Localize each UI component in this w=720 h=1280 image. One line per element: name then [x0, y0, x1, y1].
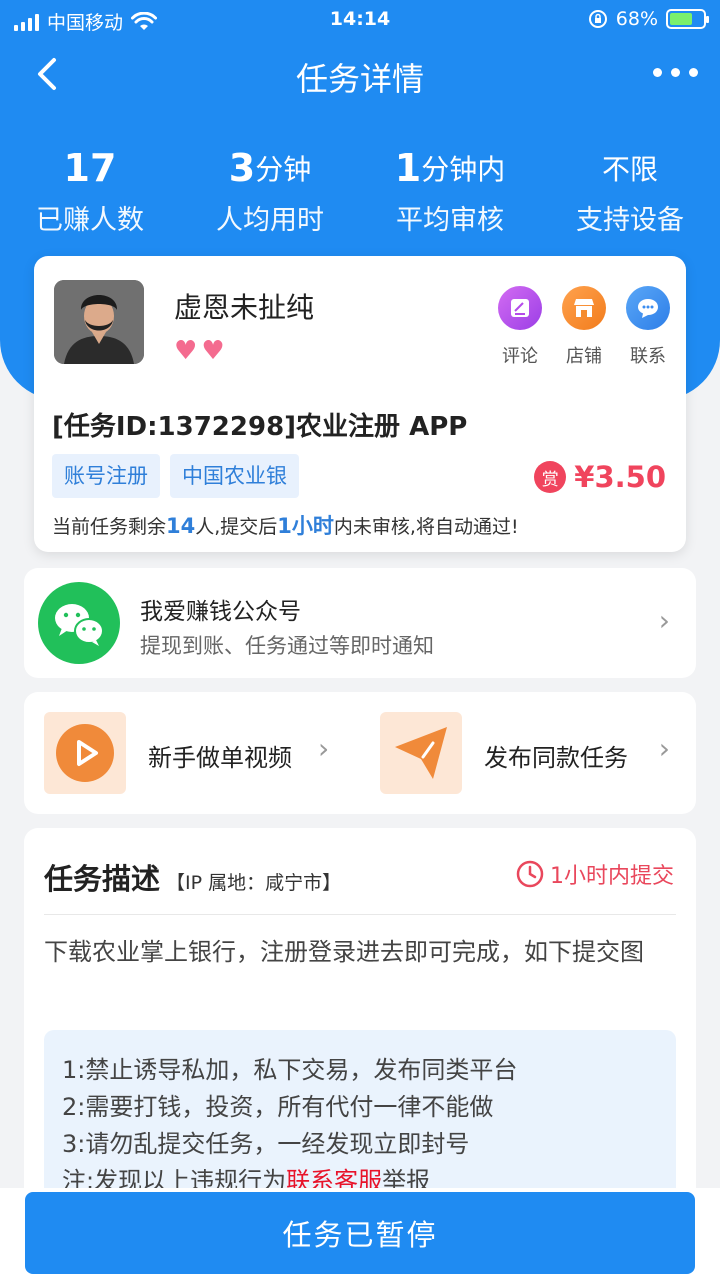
chevron-right-icon: › [658, 732, 670, 765]
task-card: 虚恩未扯纯 ♥ ♥ 评论 店铺 联系 [任务ID:1372298]农业注册 APP… [34, 256, 686, 552]
chevron-right-icon: › [658, 604, 670, 637]
chevron-right-icon: › [318, 732, 330, 765]
publish-similar-label: 发布同款任务 [484, 744, 628, 772]
more-icon[interactable] [653, 68, 698, 77]
publisher-actions: 评论 店铺 联系 [498, 286, 670, 368]
stat-avg-review: 1 分钟内 平均审核 [394, 146, 506, 236]
avatar[interactable] [54, 280, 144, 364]
wechat-account-card[interactable]: 我爱赚钱公众号 提现到账、任务通过等即时通知 › [24, 568, 696, 678]
wechat-title: 我爱赚钱公众号 [140, 599, 301, 625]
divider [44, 914, 676, 915]
description-title: 任务描述 [44, 862, 161, 896]
heart-icon: ♥ [174, 336, 198, 366]
nav-bar: 任务详情 [0, 48, 720, 98]
shop-button[interactable]: 店铺 [562, 286, 606, 368]
play-icon [44, 712, 126, 794]
rule-item: 1:禁止诱导私加，私下交易，发布同类平台 [62, 1056, 518, 1084]
task-tag: 中国农业银 [170, 454, 299, 498]
tutorial-video-label: 新手做单视频 [148, 744, 292, 772]
rule-item: 3:请勿乱提交任务，一经发现立即封号 [62, 1130, 470, 1158]
reward-badge: 赏 [534, 461, 567, 493]
heart-icon: ♥ [201, 336, 225, 366]
comment-button[interactable]: 评论 [498, 286, 542, 368]
stat-device-support: 不限 支持设备 [576, 153, 684, 236]
task-description-card: 任务描述 【IP 属地：咸宁市】 1小时内提交 下载农业掌上银行，注册登录进去即… [24, 828, 696, 1228]
contact-button[interactable]: 联系 [626, 286, 670, 368]
publisher-name: 虚恩未扯纯 [174, 291, 315, 324]
comment-icon [498, 286, 542, 330]
reward-amount: ¥3.50 [574, 460, 666, 494]
task-tag: 账号注册 [52, 454, 160, 498]
page-title: 任务详情 [295, 60, 424, 98]
battery-icon [666, 9, 709, 29]
task-title: [任务ID:1372298]农业注册 APP [52, 412, 468, 442]
reward: 赏 ¥3.50 [534, 460, 666, 494]
status-bar: 中国移动 14:14 68% [0, 0, 720, 40]
stat-avg-time: 3 分钟 人均用时 [216, 146, 324, 236]
chat-bubble-icon [626, 286, 670, 330]
battery-percent: 68% [615, 8, 658, 30]
orientation-lock-icon [588, 10, 607, 28]
description-text: 下载农业掌上银行，注册登录进去即可完成，如下提交图 [44, 938, 644, 966]
rating-hearts: ♥ ♥ [174, 338, 225, 364]
task-tags: 账号注册 中国农业银 [52, 454, 299, 498]
rule-item: 2:需要打钱，投资，所有代付一律不能做 [62, 1093, 494, 1121]
paper-plane-icon [380, 712, 462, 794]
wechat-subtitle: 提现到账、任务通过等即时通知 [140, 634, 434, 658]
task-stats: 17 已赚人数 3 分钟 人均用时 1 分钟内 平均审核 不限 支持设备 [0, 140, 720, 237]
stat-earned-count: 17 已赚人数 [36, 146, 144, 236]
ip-location: 【IP 属地：咸宁市】 [166, 872, 342, 894]
wechat-icon [38, 582, 120, 664]
quick-links-card: 新手做单视频 › 发布同款任务 › [24, 692, 696, 814]
deadline: 1小时内提交 [516, 858, 674, 890]
shop-icon [562, 286, 606, 330]
task-paused-button[interactable]: 任务已暂停 [25, 1192, 695, 1274]
clock-icon [516, 860, 544, 888]
remaining-notice: 当前任务剩余14人,提交后1小时内未审核,将自动通过! [52, 514, 519, 538]
